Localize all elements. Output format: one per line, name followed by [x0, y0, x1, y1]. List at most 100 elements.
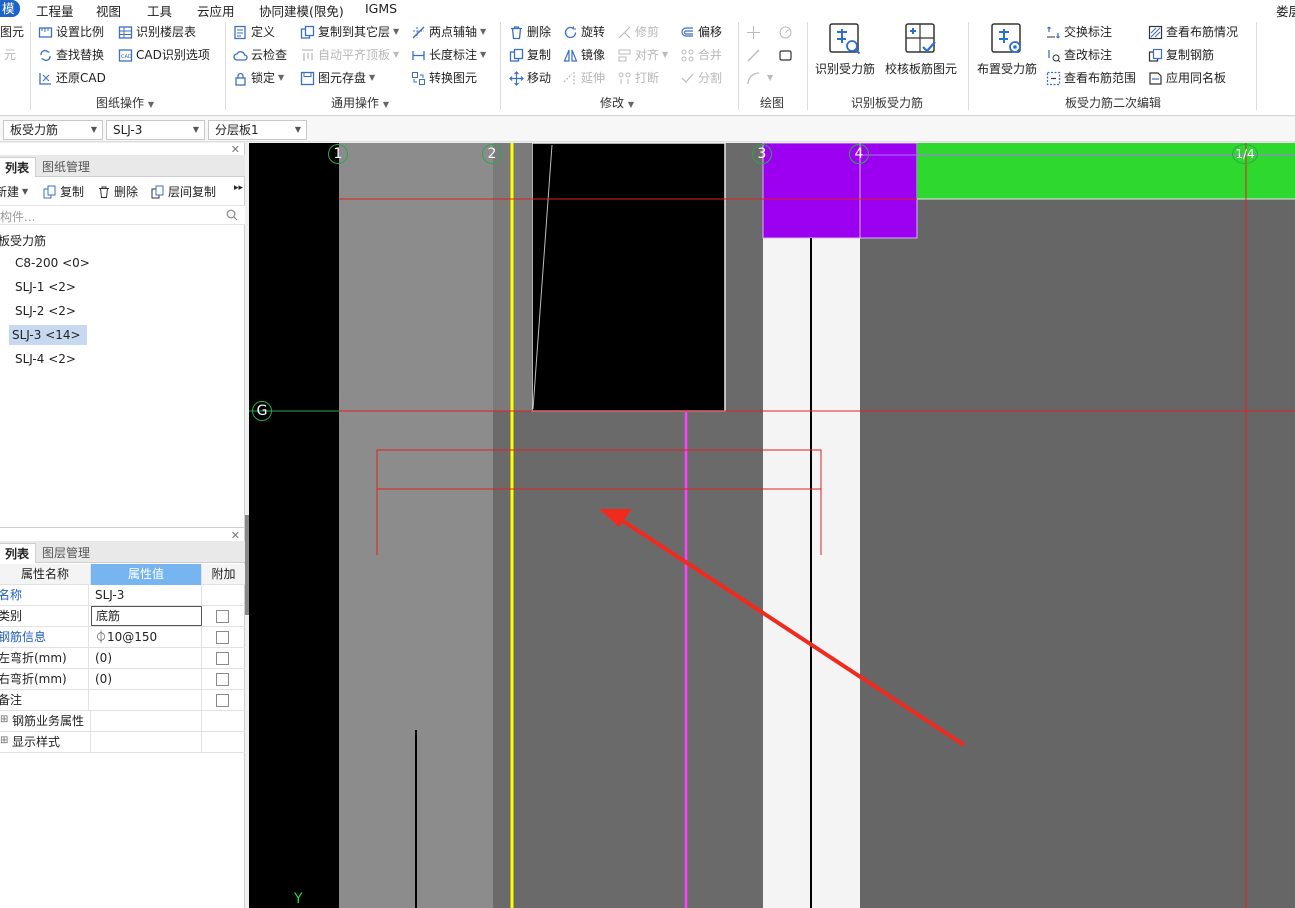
merge-button[interactable]: 合并: [680, 45, 722, 65]
property-value[interactable]: SLJ-3: [91, 585, 202, 606]
convert-element-button[interactable]: 转换图元: [411, 68, 477, 88]
property-value[interactable]: ⏀10@150: [91, 627, 202, 648]
restore-cad-button[interactable]: 还原CAD: [38, 68, 106, 88]
find-replace-button[interactable]: 查找替换: [38, 45, 104, 65]
property-row[interactable]: 类别 底筋: [0, 606, 245, 627]
property-row[interactable]: ⊞ 显示样式: [0, 732, 245, 753]
swap-annotation-button[interactable]: 交换标注: [1046, 22, 1112, 42]
property-row[interactable]: 名称 SLJ-3: [0, 585, 245, 606]
copy-to-other-floor-button[interactable]: 复制到其它层 ▼: [300, 22, 399, 42]
property-row[interactable]: ⊞ 钢筋业务属性: [0, 711, 245, 732]
search-icon[interactable]: [226, 209, 238, 221]
element-type-select[interactable]: 板受力筋 ▼: [3, 120, 103, 140]
align-icon: [617, 48, 632, 63]
draw-rect-button[interactable]: [778, 45, 796, 65]
property-name: 钢筋业务属性: [12, 711, 91, 732]
extend-button[interactable]: 延伸: [563, 68, 605, 88]
check-rebar-element-button[interactable]: 校核板筋图元: [885, 22, 957, 77]
copy-button[interactable]: 复制: [509, 45, 551, 65]
delete-button[interactable]: 删除: [509, 22, 551, 42]
group-label-drawing-ops[interactable]: 图纸操作 ▼: [96, 94, 154, 111]
copy-component-button[interactable]: 复制: [43, 183, 84, 200]
offset-button[interactable]: 偏移: [680, 22, 722, 42]
lock-button[interactable]: 锁定 ▼: [233, 68, 284, 88]
tree-item[interactable]: SLJ-4 <2>: [12, 349, 79, 369]
recognize-floor-table-button[interactable]: 识别楼层表: [118, 22, 196, 42]
cut-left-2[interactable]: 元: [4, 45, 16, 65]
additional-checkbox[interactable]: [216, 694, 229, 707]
element-name-select[interactable]: SLJ-3 ▼: [106, 120, 205, 140]
delete-component-button[interactable]: 删除: [97, 183, 138, 200]
draw-rotate-point-button[interactable]: [778, 22, 796, 42]
place-rebar-button[interactable]: 布置受力筋: [977, 22, 1037, 77]
length-dimension-button[interactable]: 长度标注 ▼: [411, 45, 486, 65]
new-component-button[interactable]: 新建 ▼: [0, 183, 28, 200]
drawing-canvas[interactable]: 1 2 3 4 1/4 G Y: [249, 143, 1295, 908]
mirror-button[interactable]: 镜像: [563, 45, 605, 65]
group-separator: [1256, 22, 1257, 110]
apply-same-slab-button[interactable]: 应用同名板: [1148, 68, 1226, 88]
align-button[interactable]: 对齐 ▼: [617, 45, 668, 65]
set-scale-button[interactable]: 设置比例: [38, 22, 104, 42]
expand-icon[interactable]: ⊞: [0, 735, 8, 746]
additional-checkbox[interactable]: [216, 610, 229, 623]
property-value[interactable]: [91, 690, 202, 711]
tab-drawing-management[interactable]: 图纸管理: [36, 157, 96, 177]
tab-component-list[interactable]: 列表: [0, 157, 37, 177]
group-label-modify[interactable]: 修改 ▼: [600, 94, 634, 111]
two-point-aux-axis-button[interactable]: 两点辅轴 ▼: [411, 22, 486, 42]
draw-line-button[interactable]: [746, 45, 764, 65]
tree-item[interactable]: SLJ-1 <2>: [12, 277, 79, 297]
cloud-check-button[interactable]: 云检查: [233, 45, 287, 65]
tab-property-list[interactable]: 列表: [0, 543, 37, 563]
split-button[interactable]: 分割: [680, 68, 722, 88]
expand-icon[interactable]: ⊞: [0, 714, 8, 725]
trim-button[interactable]: 修剪: [617, 22, 659, 42]
merge-icon: [680, 48, 695, 63]
offset-icon: [680, 25, 695, 40]
tab-layer-management[interactable]: 图层管理: [36, 543, 96, 563]
property-value[interactable]: (0): [91, 648, 202, 669]
save-element-button[interactable]: 图元存盘 ▼: [300, 68, 375, 88]
view-rebar-range-button[interactable]: 查看布筋范围: [1046, 68, 1136, 88]
auto-align-top-button[interactable]: 自动平齐顶板 ▼: [300, 45, 399, 65]
recognize-rebar-button[interactable]: 识别受力筋: [815, 22, 875, 77]
view-rebar-status-button[interactable]: 查看布筋情况: [1148, 22, 1238, 42]
more-icon[interactable]: ▸▸: [234, 183, 243, 193]
draw-arc-button[interactable]: ▼: [746, 68, 773, 88]
y-axis-label: Y: [294, 891, 303, 907]
rotate-button[interactable]: 旋转: [563, 22, 605, 42]
cad-recognize-options-button[interactable]: CAD CAD识别选项: [118, 45, 210, 65]
property-value[interactable]: (0): [91, 669, 202, 690]
property-row[interactable]: 钢筋信息 ⏀10@150: [0, 627, 245, 648]
move-button[interactable]: 移动: [509, 68, 551, 88]
additional-checkbox[interactable]: [216, 652, 229, 665]
menu-item-modeling[interactable]: 模: [0, 0, 20, 17]
define-button[interactable]: 定义: [233, 22, 275, 42]
property-row[interactable]: 右弯折(mm) (0): [0, 669, 245, 690]
cut-left-1[interactable]: 图元: [0, 22, 24, 42]
tree-item[interactable]: C8-200 <0>: [12, 253, 93, 273]
property-value[interactable]: 底筋: [91, 606, 202, 626]
edit-annotation-button[interactable]: 查改标注: [1046, 45, 1112, 65]
break-button[interactable]: 打断: [617, 68, 659, 88]
menu-item-igms[interactable]: IGMS: [365, 1, 397, 16]
group-label-general-ops[interactable]: 通用操作 ▼: [331, 94, 389, 111]
point-icon: [746, 25, 761, 40]
property-row[interactable]: 左弯折(mm) (0): [0, 648, 245, 669]
tree-item[interactable]: SLJ-2 <2>: [12, 301, 79, 321]
group-label-recognize: 识别板受力筋: [851, 96, 924, 110]
search-input[interactable]: 构件...: [0, 208, 35, 225]
floor-copy-button[interactable]: 层间复制: [151, 183, 216, 200]
property-value[interactable]: [91, 732, 202, 753]
copy-rebar-button[interactable]: 复制钢筋: [1148, 45, 1214, 65]
additional-checkbox[interactable]: [216, 631, 229, 644]
additional-checkbox[interactable]: [216, 673, 229, 686]
property-value[interactable]: [91, 711, 202, 732]
draw-point-button[interactable]: [746, 22, 764, 42]
layer-select[interactable]: 分层板1 ▼: [208, 120, 307, 140]
tree-item-selected[interactable]: SLJ-3 <14>: [9, 325, 87, 345]
component-search[interactable]: 构件...: [0, 205, 245, 225]
property-row[interactable]: 备注: [0, 690, 245, 711]
tree-root[interactable]: 板受力筋: [0, 232, 46, 249]
